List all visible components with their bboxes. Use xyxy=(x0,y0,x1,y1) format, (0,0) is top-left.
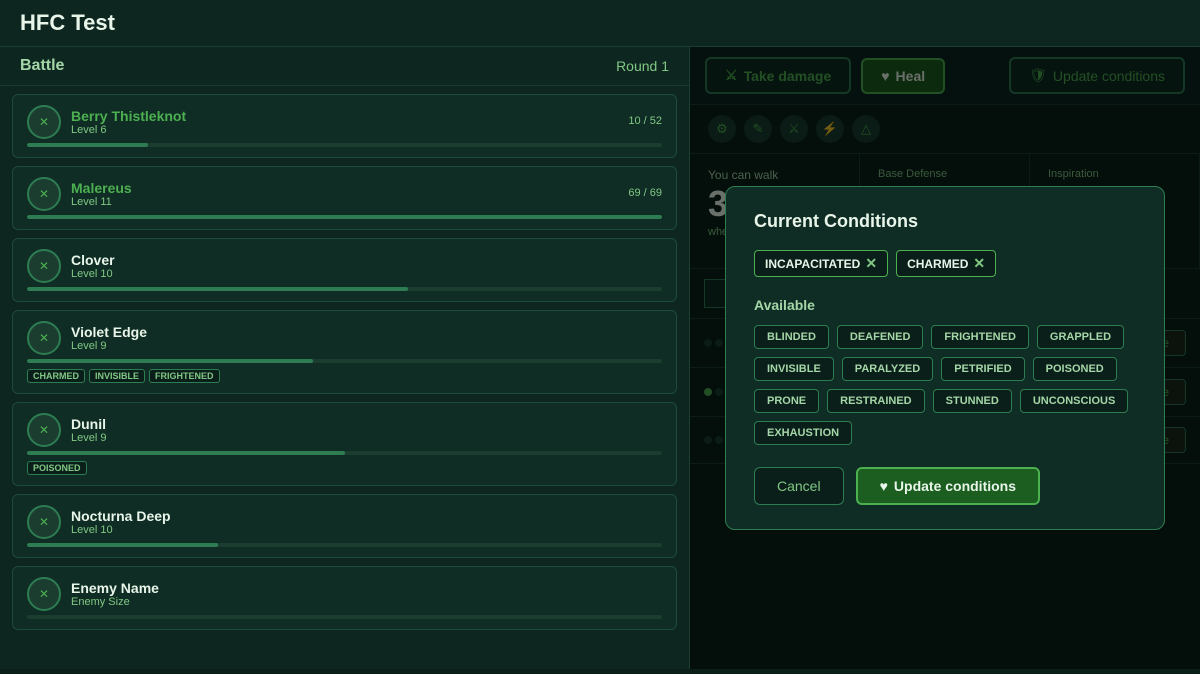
battle-header: Battle Round 1 xyxy=(0,47,689,86)
battle-title: Battle xyxy=(20,57,64,75)
hp-fill xyxy=(27,359,313,363)
available-condition[interactable]: UNCONSCIOUS xyxy=(1020,389,1129,413)
hp-fill xyxy=(27,451,345,455)
char-name: Malereus xyxy=(71,180,618,196)
active-condition: CHARMED ✕ xyxy=(896,250,996,277)
char-info: Berry Thistleknot Level 6 xyxy=(71,108,618,136)
cancel-button[interactable]: Cancel xyxy=(754,467,844,505)
condition-label: INCAPACITATED xyxy=(765,257,860,271)
char-level: Level 6 xyxy=(71,124,618,136)
available-condition[interactable]: PARALYZED xyxy=(842,357,933,381)
char-info: Nocturna Deep Level 10 xyxy=(71,508,662,536)
char-level: Enemy Size xyxy=(71,596,662,608)
modal-buttons: Cancel ♥ Update conditions xyxy=(754,467,1136,505)
condition-tags: CHARMED INVISIBLE FRIGHTENED xyxy=(27,369,662,383)
active-condition: INCAPACITATED ✕ xyxy=(754,250,888,277)
char-avatar: ✕ xyxy=(27,413,61,447)
condition-tag: INVISIBLE xyxy=(89,369,145,383)
char-level: Level 10 xyxy=(71,524,662,536)
hp-fill xyxy=(27,215,662,219)
char-name: Enemy Name xyxy=(71,580,662,596)
char-card[interactable]: ✕ Clover Level 10 xyxy=(12,238,677,302)
available-conditions-list: BLINDED DEAFENED FRIGHTENED GRAPPLED INVISIB… xyxy=(754,325,1136,445)
char-level: Level 11 xyxy=(71,196,618,208)
condition-tags: POISONED xyxy=(27,461,662,475)
update-icon: ♥ xyxy=(880,478,888,494)
char-card[interactable]: ✕ Violet Edge Level 9 CHARMED INVISIBLE FR… xyxy=(12,310,677,394)
available-condition[interactable]: RESTRAINED xyxy=(827,389,925,413)
active-conditions-list: INCAPACITATED ✕ CHARMED ✕ xyxy=(754,250,1136,277)
char-card[interactable]: ✕ Nocturna Deep Level 10 xyxy=(12,494,677,558)
app-title: HFC Test xyxy=(20,10,115,36)
char-avatar: ✕ xyxy=(27,177,61,211)
main-layout: Battle Round 1 ✕ Berry Thistleknot Level… xyxy=(0,47,1200,669)
available-condition[interactable]: PRONE xyxy=(754,389,819,413)
round-label: Round 1 xyxy=(616,58,669,74)
char-info: Violet Edge Level 9 xyxy=(71,324,662,352)
hp-bar xyxy=(27,359,662,363)
char-card[interactable]: ✕ Malereus Level 11 69 / 69 xyxy=(12,166,677,230)
available-condition[interactable]: STUNNED xyxy=(933,389,1012,413)
char-avatar: ✕ xyxy=(27,505,61,539)
hp-fill xyxy=(27,287,408,291)
hp-bar xyxy=(27,143,662,147)
char-info: Enemy Name Enemy Size xyxy=(71,580,662,608)
hp-bar xyxy=(27,451,662,455)
hp-bar xyxy=(27,215,662,219)
hp-fill xyxy=(27,143,148,147)
char-hp: 69 / 69 xyxy=(628,187,662,199)
available-condition[interactable]: EXHAUSTION xyxy=(754,421,852,445)
char-avatar: ✕ xyxy=(27,577,61,611)
char-level: Level 10 xyxy=(71,268,662,280)
hp-fill xyxy=(27,543,218,547)
modal-overlay: Current Conditions INCAPACITATED✕CHARMED… xyxy=(690,47,1200,669)
char-info: Dunil Level 9 xyxy=(71,416,662,444)
condition-tag: FRIGHTENED xyxy=(149,369,220,383)
left-panel: Battle Round 1 ✕ Berry Thistleknot Level… xyxy=(0,47,690,669)
right-panel: ⚔ Take damage ♥ Heal 🛡 Update conditions… xyxy=(690,47,1200,669)
hp-bar xyxy=(27,615,662,619)
char-info: Malereus Level 11 xyxy=(71,180,618,208)
char-name: Dunil xyxy=(71,416,662,432)
available-condition[interactable]: DEAFENED xyxy=(837,325,924,349)
condition-tag: CHARMED xyxy=(27,369,85,383)
char-avatar: ✕ xyxy=(27,105,61,139)
conditions-modal: Current Conditions INCAPACITATED✕CHARMED… xyxy=(725,186,1165,530)
char-name: Clover xyxy=(71,252,662,268)
char-info: Clover Level 10 xyxy=(71,252,662,280)
modal-title: Current Conditions xyxy=(754,211,1136,232)
app-header: HFC Test xyxy=(0,0,1200,47)
char-name: Violet Edge xyxy=(71,324,662,340)
char-hp: 10 / 52 xyxy=(628,115,662,127)
available-condition[interactable]: POISONED xyxy=(1033,357,1117,381)
char-level: Level 9 xyxy=(71,432,662,444)
character-list: ✕ Berry Thistleknot Level 6 10 / 52 ✕ Ma… xyxy=(0,94,689,630)
remove-condition-button[interactable]: ✕ xyxy=(865,255,877,272)
condition-tag: POISONED xyxy=(27,461,87,475)
available-condition[interactable]: GRAPPLED xyxy=(1037,325,1124,349)
condition-label: CHARMED xyxy=(907,257,968,271)
char-card[interactable]: ✕ Dunil Level 9 POISONED xyxy=(12,402,677,486)
available-label: Available xyxy=(754,297,1136,313)
update-conditions-modal-button[interactable]: ♥ Update conditions xyxy=(856,467,1040,505)
hp-bar xyxy=(27,287,662,291)
char-name: Berry Thistleknot xyxy=(71,108,618,124)
available-condition[interactable]: INVISIBLE xyxy=(754,357,834,381)
char-name: Nocturna Deep xyxy=(71,508,662,524)
available-condition[interactable]: PETRIFIED xyxy=(941,357,1024,381)
char-card[interactable]: ✕ Enemy Name Enemy Size xyxy=(12,566,677,630)
available-condition[interactable]: BLINDED xyxy=(754,325,829,349)
hp-bar xyxy=(27,543,662,547)
available-condition[interactable]: FRIGHTENED xyxy=(931,325,1029,349)
char-level: Level 9 xyxy=(71,340,662,352)
char-card[interactable]: ✕ Berry Thistleknot Level 6 10 / 52 xyxy=(12,94,677,158)
remove-condition-button[interactable]: ✕ xyxy=(973,255,985,272)
char-avatar: ✕ xyxy=(27,249,61,283)
char-avatar: ✕ xyxy=(27,321,61,355)
